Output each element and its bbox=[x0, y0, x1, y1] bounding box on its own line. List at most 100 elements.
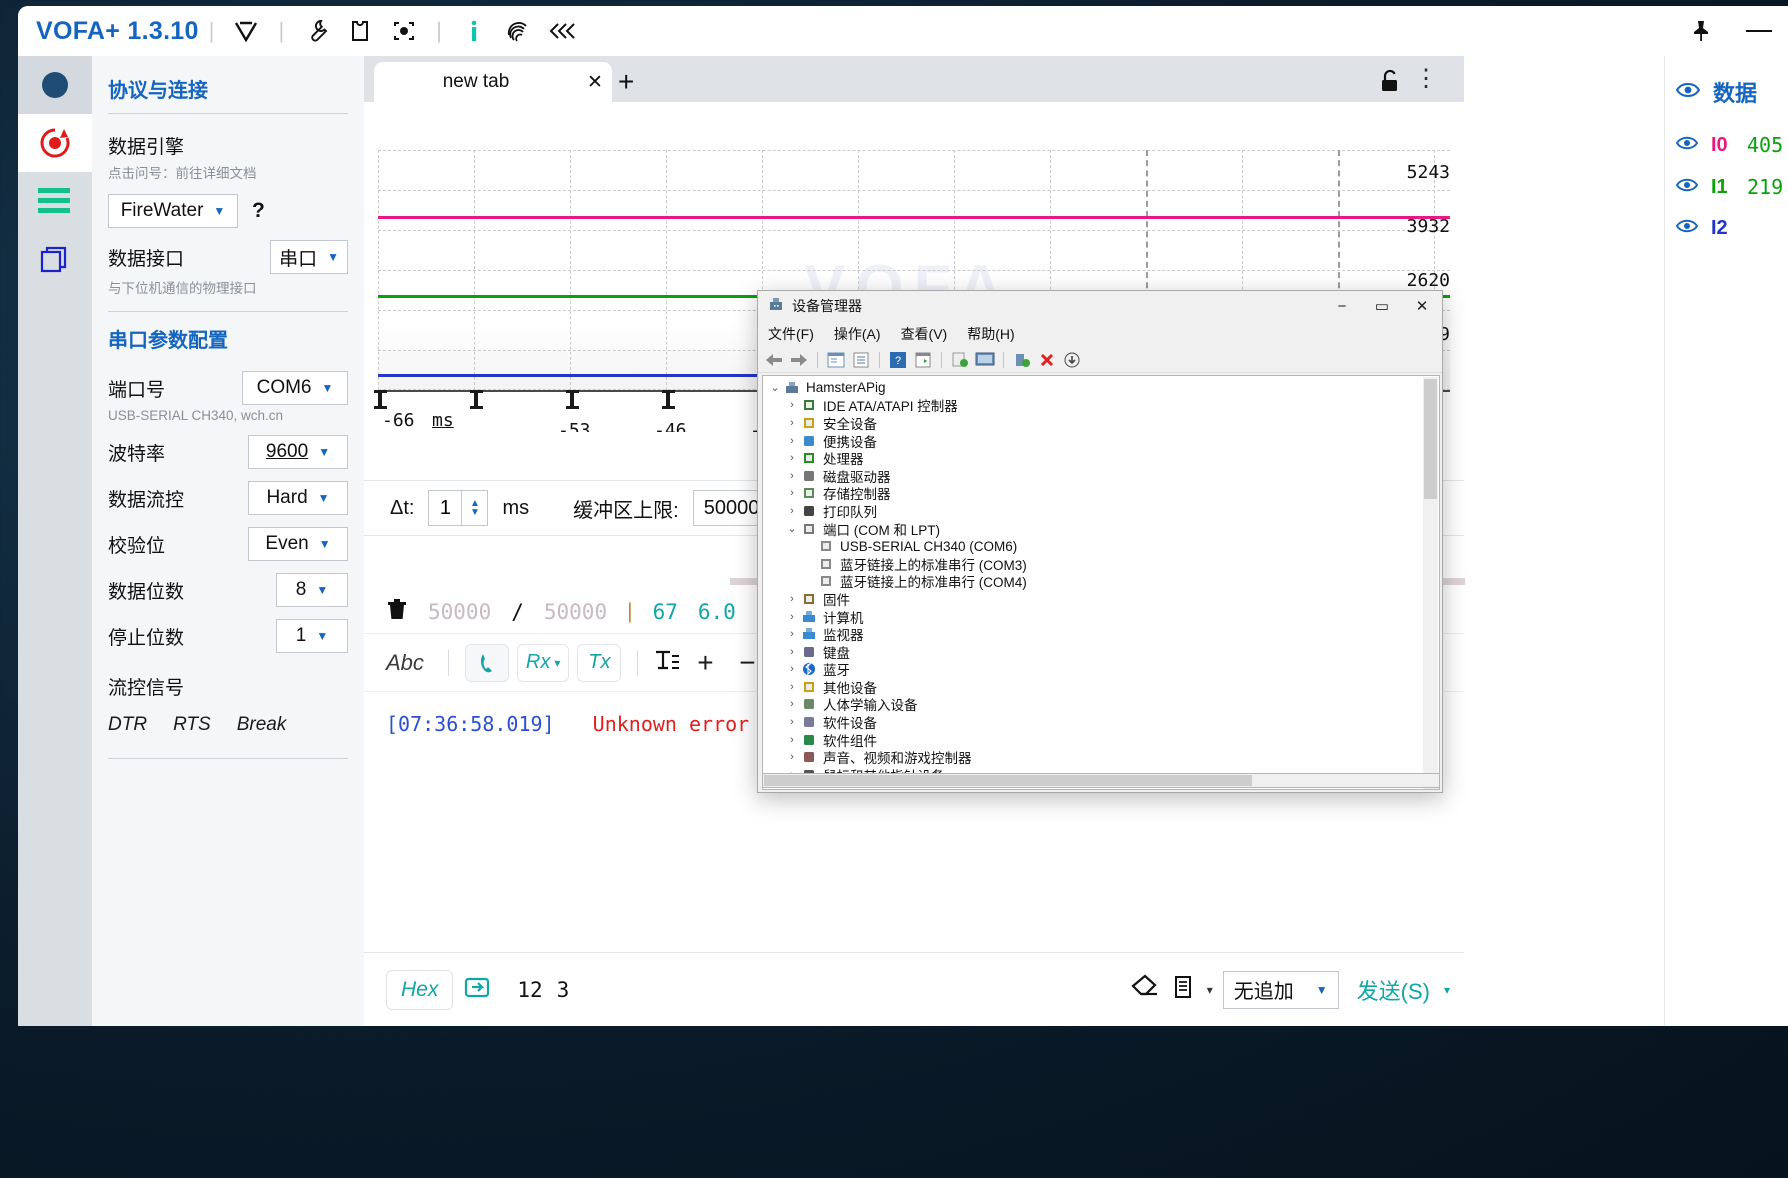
rail-item-record[interactable] bbox=[18, 114, 92, 172]
chevron-right-icon[interactable]: › bbox=[784, 470, 800, 482]
uninstall-device-icon[interactable] bbox=[1037, 350, 1057, 370]
rts-toggle[interactable]: RTS bbox=[173, 714, 211, 736]
eye-icon[interactable] bbox=[1675, 177, 1699, 198]
abc-label[interactable]: Abc bbox=[386, 650, 424, 676]
device-tree-node[interactable]: › 安全设备 bbox=[767, 414, 1439, 432]
dtr-toggle[interactable]: DTR bbox=[108, 714, 147, 736]
trash-icon[interactable] bbox=[386, 597, 408, 626]
parity-select[interactable]: Even ▼ bbox=[248, 527, 348, 561]
device-tree-node[interactable]: › 声音、视频和游戏控制器 bbox=[767, 748, 1439, 766]
eye-icon[interactable] bbox=[1675, 81, 1701, 104]
chevron-right-icon[interactable]: › bbox=[784, 646, 800, 658]
chevron-right-icon[interactable]: › bbox=[784, 435, 800, 447]
device-tree-node[interactable]: › 打印队列 bbox=[767, 502, 1439, 520]
device-tree-node[interactable]: › 软件组件 bbox=[767, 731, 1439, 749]
tab-new-tab[interactable]: new tab ✕ bbox=[374, 62, 612, 102]
text-lines-icon[interactable] bbox=[654, 648, 680, 677]
chevron-right-icon[interactable]: › bbox=[784, 399, 800, 411]
chevron-right-icon[interactable]: › bbox=[784, 716, 800, 728]
flowctrl-select[interactable]: Hard ▼ bbox=[248, 481, 348, 515]
data-interface-select[interactable]: 串口 ▼ bbox=[270, 240, 348, 274]
chevron-right-icon[interactable]: › bbox=[784, 593, 800, 605]
eraser-icon[interactable] bbox=[1131, 974, 1161, 1005]
more-vertical-icon[interactable]: ⋮ bbox=[1414, 66, 1438, 92]
help-question-icon[interactable]: ? bbox=[252, 199, 265, 223]
download-icon[interactable] bbox=[1062, 350, 1082, 370]
zoom-in-button[interactable]: + bbox=[688, 647, 722, 679]
help-icon[interactable]: ? bbox=[888, 350, 908, 370]
stepper-arrows-icon[interactable]: ▲ ▼ bbox=[461, 490, 487, 526]
enable-device-icon[interactable] bbox=[1012, 350, 1032, 370]
data-row-i0[interactable]: I0 405 bbox=[1665, 124, 1788, 166]
scrollbar-thumb[interactable] bbox=[1424, 379, 1437, 499]
minimize-button[interactable]: − bbox=[1322, 291, 1362, 321]
device-tree-node[interactable]: › 蓝牙 bbox=[767, 661, 1439, 678]
maximize-button[interactable]: ▭ bbox=[1362, 291, 1402, 321]
device-tree-node[interactable]: › 计算机 bbox=[767, 608, 1439, 626]
device-tree-node[interactable]: › 固件 bbox=[767, 590, 1439, 608]
chevron-right-icon[interactable]: › bbox=[784, 628, 800, 640]
target-icon[interactable] bbox=[387, 14, 421, 48]
vofa-logo-icon[interactable] bbox=[229, 14, 263, 48]
dt-stepper[interactable]: 1 ▲ ▼ bbox=[428, 490, 489, 526]
append-mode-select[interactable]: 无追加 ▼ bbox=[1222, 970, 1339, 1009]
phone-icon[interactable] bbox=[464, 643, 509, 682]
menu-help[interactable]: 帮助(H) bbox=[967, 324, 1014, 344]
chevron-right-icon[interactable]: › bbox=[784, 734, 800, 746]
send-file-icon[interactable] bbox=[463, 973, 491, 1006]
chevron-down-icon[interactable]: ⌄ bbox=[784, 522, 800, 535]
device-tree-node[interactable]: › 监视器 bbox=[767, 625, 1439, 643]
chevron-down-icon[interactable]: ▾ bbox=[1444, 984, 1450, 996]
eye-icon[interactable] bbox=[1675, 135, 1699, 156]
send-button[interactable]: 发送(S) ▾ bbox=[1349, 974, 1450, 1006]
device-tree-node[interactable]: › 处理器 bbox=[767, 449, 1439, 467]
baud-select[interactable]: 9600 ▼ bbox=[248, 435, 348, 469]
unlock-icon[interactable] bbox=[1378, 68, 1402, 99]
device-tree-node[interactable]: › 便携设备 bbox=[767, 432, 1439, 450]
wrench-icon[interactable] bbox=[299, 14, 333, 48]
chevron-down-icon[interactable]: ▾ bbox=[1207, 984, 1213, 996]
horizontal-scrollbar[interactable] bbox=[762, 773, 1440, 788]
chevron-right-icon[interactable]: › bbox=[784, 487, 800, 499]
chevron-down-icon[interactable]: ⌄ bbox=[767, 381, 783, 394]
break-toggle[interactable]: Break bbox=[237, 714, 287, 736]
device-tree-node[interactable]: 蓝牙链接上的标准串行 (COM3) bbox=[767, 555, 1439, 573]
device-tree-node[interactable]: › 磁盘驱动器 bbox=[767, 467, 1439, 485]
device-tree-node[interactable]: ⌄ HamsterAPig bbox=[767, 379, 1439, 397]
close-button[interactable]: ✕ bbox=[1402, 291, 1442, 321]
menu-view[interactable]: 查看(V) bbox=[901, 324, 948, 344]
rail-item-layers[interactable] bbox=[18, 230, 92, 288]
data-row-i1[interactable]: I1 219 bbox=[1665, 166, 1788, 208]
rail-item-menu[interactable] bbox=[18, 172, 92, 230]
stopbits-select[interactable]: 1 ▼ bbox=[276, 619, 348, 653]
chevron-right-icon[interactable]: › bbox=[784, 698, 800, 710]
device-tree-node[interactable]: USB-SERIAL CH340 (COM6) bbox=[767, 537, 1439, 555]
shirt-icon[interactable] bbox=[343, 14, 377, 48]
close-icon[interactable]: ✕ bbox=[578, 71, 612, 94]
chevron-right-icon[interactable]: › bbox=[784, 611, 800, 623]
vertical-scrollbar[interactable] bbox=[1423, 377, 1438, 789]
scrollbar-thumb[interactable] bbox=[764, 775, 1252, 786]
rail-item-status[interactable] bbox=[18, 56, 92, 114]
hex-toggle[interactable]: Hex bbox=[386, 969, 454, 1010]
databits-select[interactable]: 8 ▼ bbox=[276, 573, 348, 607]
device-tree-node[interactable]: › 其他设备 bbox=[767, 678, 1439, 696]
device-tree-node[interactable]: › 软件设备 bbox=[767, 713, 1439, 731]
data-row-i2[interactable]: I2 bbox=[1665, 208, 1788, 249]
forward-arrow-icon[interactable] bbox=[789, 350, 809, 370]
chevron-right-icon[interactable]: › bbox=[784, 505, 800, 517]
document-icon[interactable] bbox=[1171, 974, 1197, 1005]
chevron-right-icon[interactable]: › bbox=[784, 681, 800, 693]
data-engine-select[interactable]: FireWater ▼ bbox=[108, 194, 238, 228]
minimize-icon[interactable] bbox=[1742, 14, 1776, 48]
eye-icon[interactable] bbox=[1675, 218, 1699, 239]
device-tree-node[interactable]: ⌄ 端口 (COM 和 LPT) bbox=[767, 520, 1439, 538]
chevron-right-icon[interactable]: › bbox=[784, 452, 800, 464]
view-icon[interactable] bbox=[913, 350, 933, 370]
properties-icon[interactable] bbox=[826, 350, 846, 370]
chevron-right-icon[interactable]: › bbox=[784, 751, 800, 763]
update-driver-icon[interactable] bbox=[950, 350, 970, 370]
device-tree-node[interactable]: › 存储控制器 bbox=[767, 485, 1439, 502]
device-tree-node[interactable]: › IDE ATA/ATAPI 控制器 bbox=[767, 397, 1439, 414]
scan-hardware-icon[interactable] bbox=[975, 350, 995, 370]
